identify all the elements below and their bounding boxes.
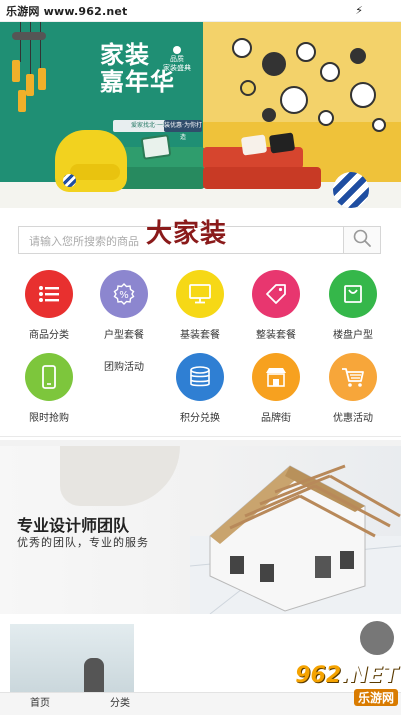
- pendant-lamp: [12, 60, 20, 82]
- wall-frame: [318, 110, 334, 126]
- house-illustration: [190, 464, 401, 614]
- wall-frame: [262, 108, 276, 122]
- lamp-wire: [40, 22, 41, 70]
- category-estate-layout[interactable]: 楼盘户型: [315, 270, 391, 341]
- armchair-seat: [70, 164, 120, 180]
- list-icon: [25, 270, 73, 318]
- team-banner-title: 专业设计师团队: [17, 516, 130, 535]
- category-label: 积分兑换: [180, 413, 220, 424]
- monitor-icon: [176, 270, 224, 318]
- coin-stack-icon: [176, 353, 224, 401]
- search-button[interactable]: [343, 226, 381, 254]
- tab-home[interactable]: 首页: [0, 693, 80, 715]
- sofa-base-red: [203, 167, 321, 189]
- hero-tag-line2: 家装盛典: [163, 64, 191, 72]
- category-flash-sale[interactable]: 限时抢购: [11, 353, 87, 424]
- category-label: 户型套餐: [104, 330, 144, 341]
- status-bar: 乐游网 www.962.net ⚡: [0, 0, 401, 22]
- tag-icon: [252, 270, 300, 318]
- hero-banner[interactable]: 家装 嘉年华 品质 家装盛典 爱家找北·一站式家 装优惠·为你打造: [0, 22, 401, 208]
- shop-icon: [252, 353, 300, 401]
- watermark-net: .NET: [341, 663, 398, 688]
- hero-tag: 品质 家装盛典: [163, 46, 191, 73]
- bag-icon: [329, 270, 377, 318]
- category-basic-package[interactable]: 基装套餐: [162, 270, 238, 341]
- category-promotion[interactable]: 优惠活动: [315, 353, 391, 424]
- lamp-canopy: [12, 32, 46, 40]
- pendant-lamp: [38, 68, 46, 90]
- hero-slogan-right: 装优惠·为你打造: [164, 120, 202, 141]
- watermark-digits: 962: [295, 663, 342, 688]
- wall-frame: [232, 38, 252, 58]
- wall-frame: [296, 42, 316, 62]
- category-label: 商品分类: [29, 330, 69, 341]
- wall-frame: [240, 80, 256, 96]
- category-points-exchange[interactable]: 积分兑换: [162, 353, 238, 424]
- category-product-classify[interactable]: 商品分类: [11, 270, 87, 341]
- watermark-site: 乐游网: [353, 689, 398, 706]
- watermark-text: 乐游网 www.962.net: [6, 4, 128, 18]
- wall-frame: [372, 118, 386, 132]
- decor-ball: [333, 172, 369, 208]
- section-divider: [0, 436, 401, 437]
- category-label: 楼盘户型: [333, 330, 373, 341]
- category-full-package[interactable]: 整装套餐: [238, 270, 314, 341]
- tab-category[interactable]: 分类: [80, 693, 160, 715]
- search-icon: [352, 228, 372, 252]
- watermark-number: 962.NET: [295, 664, 398, 688]
- watermark-badge: 962.NET 乐游网: [262, 664, 398, 710]
- pillow: [268, 132, 296, 154]
- bolt-icon: ⚡: [355, 4, 363, 17]
- pendant-lamp: [26, 74, 34, 96]
- hero-tag-line1: 品质: [170, 55, 184, 63]
- wall-frame: [350, 82, 376, 108]
- wall-frame: [262, 52, 286, 76]
- pendant-lamp: [18, 90, 26, 112]
- group-buy-label[interactable]: 团购活动: [104, 358, 144, 373]
- cart-icon: [329, 353, 377, 401]
- wall-frame: [350, 48, 366, 64]
- search-input[interactable]: [27, 228, 151, 254]
- content-thumbnail[interactable]: [10, 624, 134, 696]
- tag-dot: [173, 46, 181, 54]
- category-label: 优惠活动: [333, 413, 373, 424]
- hero-title-line2: 嘉年华: [100, 68, 175, 96]
- team-banner-subtitle: 优秀的团队，专业的服务: [17, 536, 149, 549]
- category-layout-package[interactable]: % 户型套餐: [86, 270, 162, 341]
- pillow: [140, 134, 172, 160]
- wall-frame: [280, 86, 308, 114]
- hand-illustration: [60, 446, 180, 506]
- lamp-wire: [30, 22, 31, 77]
- brand-text: 大家装: [146, 219, 228, 249]
- percent-icon: %: [100, 270, 148, 318]
- wall-frame: [320, 62, 340, 82]
- category-label: 基装套餐: [180, 330, 220, 341]
- phone-icon: [25, 353, 73, 401]
- decor-ball: [63, 174, 76, 187]
- lamp-wire: [20, 22, 21, 62]
- category-label: 品牌街: [261, 413, 291, 424]
- person-figure: [84, 658, 104, 696]
- pillow: [240, 134, 268, 156]
- category-brand-street[interactable]: 品牌街: [238, 353, 314, 424]
- floating-button[interactable]: [360, 621, 394, 655]
- category-label: 整装套餐: [256, 330, 296, 341]
- design-team-banner[interactable]: 专业设计师团队 优秀的团队，专业的服务: [0, 446, 401, 614]
- category-label: 限时抢购: [29, 413, 69, 424]
- svg-text:%: %: [119, 290, 129, 301]
